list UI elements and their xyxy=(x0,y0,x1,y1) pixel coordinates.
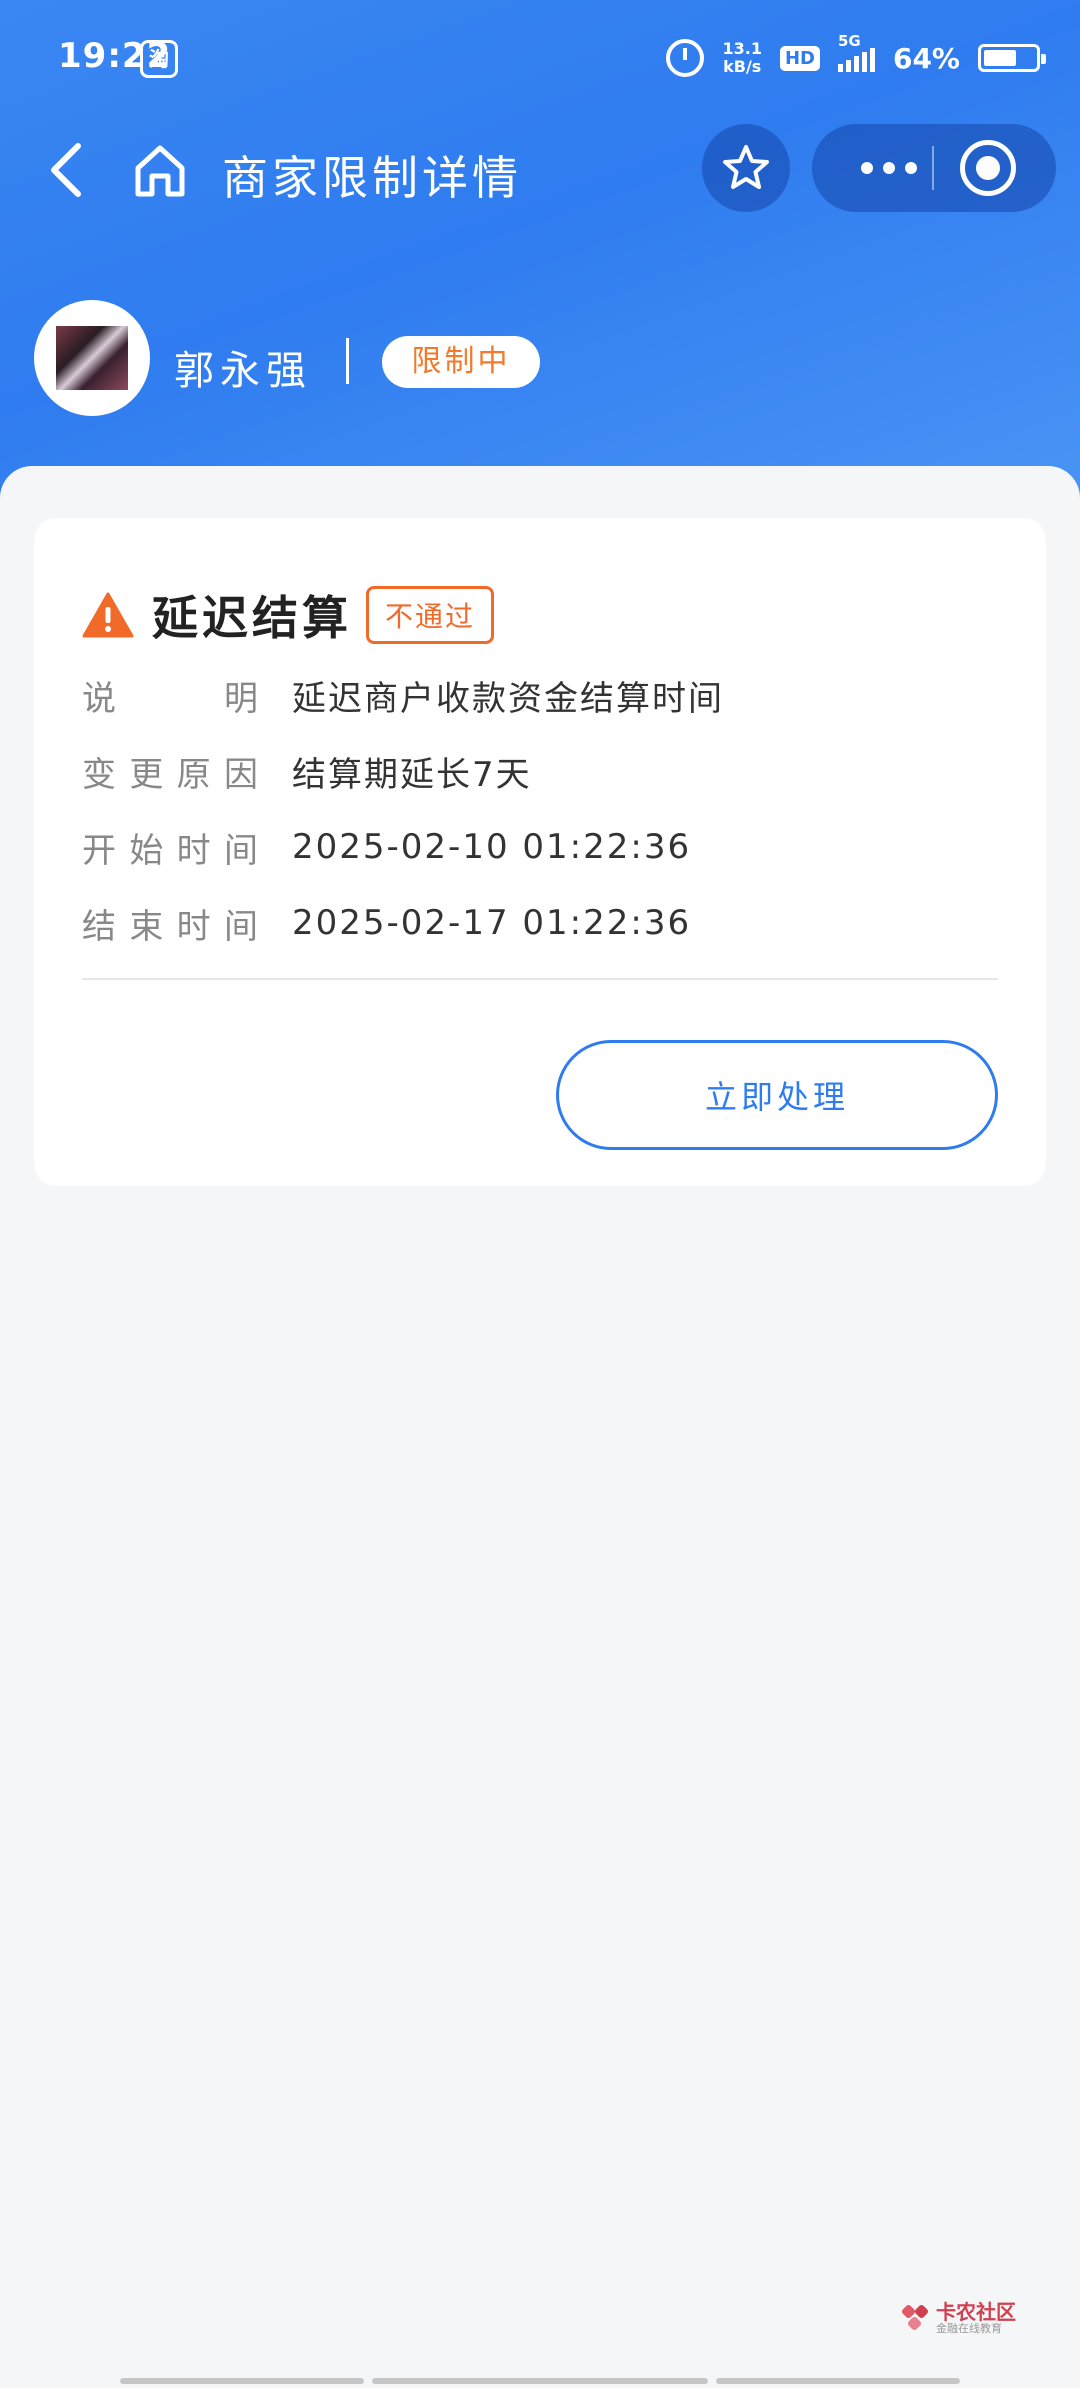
label-char: 更 xyxy=(129,754,164,795)
miniapp-capsule xyxy=(812,124,1056,212)
label-char: 时 xyxy=(176,830,211,871)
row-label: 说 明 xyxy=(82,671,258,720)
gesture-bar-segment xyxy=(120,2378,364,2384)
label-char: 始 xyxy=(129,830,164,871)
row-value: 2025-02-10 01:22:36 xyxy=(292,827,692,867)
detail-row-description: 说 明 延迟商户收款资金结算时间 xyxy=(82,670,724,720)
status-bar: 19:22 淘 13.1 kB/s HD 5G 64% xyxy=(0,0,1080,118)
card-header: 延迟结算 不通过 xyxy=(82,584,495,646)
row-label: 结 束 时 间 xyxy=(82,899,258,948)
signal-icon: 5G xyxy=(837,32,875,72)
kanong-logo-icon xyxy=(901,2304,929,2331)
row-value: 2025-02-17 01:22:36 xyxy=(292,903,692,943)
battery-percent: 64% xyxy=(892,41,960,75)
home-icon xyxy=(135,145,185,197)
detail-row-end-time: 结 束 时 间 2025-02-17 01:22:36 xyxy=(82,898,691,948)
network-speed-value: 13.1 xyxy=(722,39,762,58)
network-speed: 13.1 kB/s xyxy=(722,40,761,76)
label-char: 间 xyxy=(223,830,258,871)
star-icon xyxy=(723,145,769,189)
alarm-icon xyxy=(666,39,705,77)
row-value: 延迟商户收款资金结算时间 xyxy=(292,678,724,719)
favorite-button[interactable] xyxy=(702,124,790,212)
label-char: 结 xyxy=(82,906,116,947)
label-char: 变 xyxy=(82,754,116,795)
more-dot xyxy=(883,162,895,174)
back-button[interactable] xyxy=(38,138,98,202)
restriction-card: 延迟结算 不通过 说 明 延迟商户收款资金结算时间 变 更 原 因 结算期延长7… xyxy=(34,518,1046,1186)
network-type: 5G xyxy=(837,32,861,50)
card-divider xyxy=(82,978,998,980)
more-dot xyxy=(861,162,873,174)
hd-voice-icon: HD xyxy=(779,45,820,71)
close-miniapp-button[interactable] xyxy=(960,140,1016,196)
more-dot xyxy=(905,162,917,174)
gesture-bar-segment xyxy=(372,2378,708,2384)
detail-row-reason: 变 更 原 因 结算期延长7天 xyxy=(82,746,532,796)
gesture-bar-segment xyxy=(716,2378,960,2384)
battery-icon xyxy=(978,44,1046,72)
watermark-subtitle: 金融在线教育 xyxy=(936,2322,1002,2335)
warning-icon xyxy=(82,592,134,638)
row-label: 变 更 原 因 xyxy=(82,747,258,796)
avatar[interactable] xyxy=(34,300,150,416)
row-label: 开 始 时 间 xyxy=(82,823,258,872)
chevron-left-icon xyxy=(51,143,81,197)
navigation-bar: 商家限制详情 xyxy=(0,120,1080,220)
label-char: 间 xyxy=(223,906,258,947)
watermark-text: 卡农社区 金融在线教育 xyxy=(936,2301,1016,2335)
status-icons: 13.1 kB/s HD 5G 64% xyxy=(666,30,1046,86)
handle-now-button[interactable]: 立即处理 xyxy=(556,1040,998,1150)
restriction-title: 延迟结算 xyxy=(152,591,352,645)
watermark: 卡农社区 金融在线教育 xyxy=(900,2298,1016,2338)
watermark-title: 卡农社区 xyxy=(936,2300,1016,2324)
more-button[interactable] xyxy=(834,124,944,212)
battery-level xyxy=(984,50,1016,66)
label-char: 因 xyxy=(223,754,258,795)
detail-row-start-time: 开 始 时 间 2025-02-10 01:22:36 xyxy=(82,822,691,872)
merchant-profile: 郭永强 限制中 xyxy=(34,300,1034,420)
status-badge: 限制中 xyxy=(382,336,540,388)
row-value: 结算期延长7天 xyxy=(292,754,532,795)
home-button[interactable] xyxy=(130,138,190,202)
label-char: 时 xyxy=(176,906,211,947)
label-char: 说 xyxy=(82,678,116,719)
result-tag: 不通过 xyxy=(366,586,495,644)
label-char: 束 xyxy=(129,906,164,947)
profile-divider xyxy=(346,338,349,384)
page-title: 商家限制详情 xyxy=(222,151,522,205)
label-char: 开 xyxy=(82,830,116,871)
label-char: 明 xyxy=(224,678,258,719)
capsule-divider xyxy=(932,146,934,190)
label-char: 原 xyxy=(176,754,211,795)
taobao-notification-icon: 淘 xyxy=(140,40,178,78)
network-speed-unit: kB/s xyxy=(723,57,762,76)
avatar-image xyxy=(56,326,128,390)
merchant-name: 郭永强 xyxy=(174,348,312,394)
